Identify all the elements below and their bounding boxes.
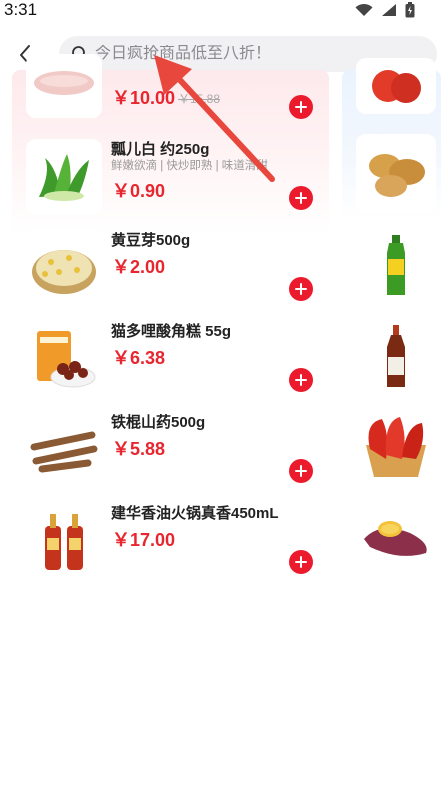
status-icons	[355, 2, 415, 18]
add-to-cart-button[interactable]	[289, 95, 313, 119]
product-price: ￥0.90	[112, 181, 166, 201]
signal-icon	[382, 4, 396, 16]
product-image-bok-choy	[26, 139, 102, 215]
add-to-cart-button[interactable]	[289, 186, 313, 210]
add-to-cart-button[interactable]	[289, 459, 313, 483]
product-image-oil-bottle[interactable]	[356, 225, 436, 305]
product-item[interactable]: 黄豆芽500g ￥2.00	[0, 226, 330, 317]
add-to-cart-button[interactable]	[289, 368, 313, 392]
product-image-yam	[26, 412, 102, 488]
status-time: 3:31	[4, 0, 38, 19]
product-image-bean-sprouts	[26, 230, 102, 306]
product-image-potato[interactable]	[356, 134, 436, 214]
product-description: 鲜嫩欲滴 | 快炒即熟 | 味道清甜	[111, 160, 268, 172]
product-name: 猫多哩酸角糕 55g	[111, 323, 232, 340]
product-price: ￥5.88	[112, 439, 166, 459]
product-price: ￥10.00	[112, 88, 176, 108]
wifi-icon	[355, 3, 373, 16]
product-item[interactable]: 建华香油火锅真香450mL ￥17.00	[0, 499, 330, 590]
product-item[interactable]: 猫多哩酸角糕 55g ￥6.38	[0, 317, 330, 408]
battery-icon	[405, 2, 415, 18]
status-bar: 3:31	[0, 0, 441, 22]
product-item[interactable]: 铁棍山药500g ￥5.88	[0, 408, 330, 499]
product-item[interactable]: 瓢儿白 约250g 鲜嫩欲滴 | 快炒即熟 | 味道清甜 ￥0.90	[0, 135, 330, 226]
product-price: ￥6.38	[112, 348, 166, 368]
product-original-price: ￥15.88	[178, 92, 221, 106]
product-name: 建华香油火锅真香450mL	[111, 505, 279, 522]
product-image-pork	[26, 54, 102, 118]
product-image-red-pepper[interactable]	[356, 407, 436, 487]
product-image-cooking-wine[interactable]	[356, 316, 436, 396]
product-image-tomato[interactable]	[356, 58, 436, 114]
product-price: ￥2.00	[112, 257, 166, 277]
product-price: ￥17.00	[112, 530, 176, 550]
add-to-cart-button[interactable]	[289, 277, 313, 301]
product-name: 黄豆芽500g	[111, 232, 191, 249]
product-name: 铁棍山药500g	[111, 414, 206, 431]
product-image-tamarind-candy	[26, 321, 102, 397]
product-image-sesame-oil	[26, 503, 102, 579]
product-image-sweet-potato[interactable]	[356, 498, 436, 578]
product-name: 瓢儿白 约250g	[111, 141, 210, 158]
add-to-cart-button[interactable]	[289, 550, 313, 574]
